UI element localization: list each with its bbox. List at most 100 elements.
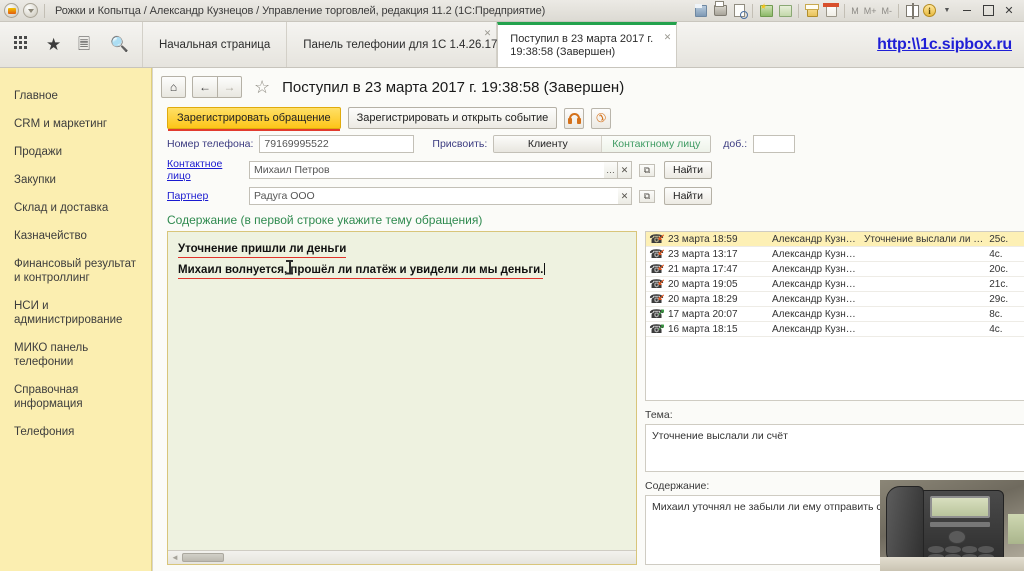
call-topic: Уточнение выслали ли … [864, 233, 984, 245]
site-link[interactable]: http:\\1c.sipbox.ru [877, 36, 1012, 54]
content-section-label: Содержание (в первой строке укажите тему… [167, 213, 483, 227]
table-row[interactable]: ↗ 17 марта 20:07 Александр Кузн… 8с. [646, 307, 1024, 322]
mouse-text-cursor [286, 260, 293, 274]
sidebar-item-reference[interactable]: Справочная информация [0, 376, 151, 418]
panel-layout-icon[interactable] [904, 3, 920, 19]
memory-add-button[interactable]: M+ [863, 3, 878, 19]
theme-textarea[interactable]: Уточнение выслали ли счёт [645, 424, 1024, 472]
history-icon[interactable]: 🗏 [78, 36, 96, 54]
navigation-buttons: ← → [192, 76, 242, 98]
partner-label[interactable]: Партнер [167, 190, 245, 202]
sidebar-item-main[interactable]: Главное [0, 82, 151, 110]
content-line-1: Уточнение пришли ли деньги [178, 242, 347, 258]
editor-horizontal-scrollbar[interactable]: ◄ [168, 550, 636, 564]
sidebar-item-purchases[interactable]: Закупки [0, 166, 151, 194]
tab-incoming-call[interactable]: Поступил в 23 марта 2017 г. 19:38:58 (За… [497, 22, 678, 67]
content-editor[interactable]: Уточнение пришли ли деньги Михаил волнуе… [167, 231, 637, 565]
tab-telephony-panel[interactable]: Панель телефонии для 1С 1.4.26.17 ✕ [287, 22, 497, 67]
call-duration: 25с. [989, 233, 1009, 245]
info-icon[interactable]: i [923, 4, 936, 17]
table-row[interactable]: ↙ 20 марта 18:29 Александр Кузн… 29с. [646, 292, 1024, 307]
contact-person-input[interactable] [249, 161, 604, 179]
favorites-star-icon[interactable]: ★ [46, 35, 64, 54]
assign-button-group: Клиенту Контактному лицу [493, 135, 712, 153]
memory-subtract-button[interactable]: M- [881, 3, 894, 19]
star-icon[interactable]: ☆ [254, 77, 270, 98]
call-date: 23 марта 13:17 [668, 248, 738, 260]
assign-to-contact-button[interactable]: Контактному лицу [602, 136, 711, 152]
home-icon[interactable]: ⌂ [161, 76, 186, 98]
print-preview-icon[interactable] [731, 3, 747, 19]
find-contact-button[interactable]: Найти [664, 161, 712, 179]
phone-number-input[interactable] [259, 135, 415, 153]
assign-label: Присвоить: [432, 138, 488, 150]
scrollbar-thumb[interactable] [181, 553, 224, 562]
ellipsis-icon[interactable]: … [604, 161, 618, 179]
clear-x-icon[interactable]: ✕ [618, 187, 632, 205]
incoming-call-icon: ↙ [650, 247, 668, 260]
extension-input[interactable] [753, 135, 796, 153]
incoming-call-icon: ↙ [650, 232, 668, 245]
back-arrow-icon[interactable]: ← [192, 76, 217, 98]
call-duration: 8с. [989, 308, 1003, 320]
phone-handset-icon[interactable]: ✆ [591, 107, 612, 129]
headset-icon[interactable] [564, 107, 585, 129]
call-user: Александр Кузн… [772, 233, 856, 245]
table-row[interactable]: ↙ 20 марта 19:05 Александр Кузн… 21с. [646, 277, 1024, 292]
sidebar-item-warehouse[interactable]: Склад и доставка [0, 194, 151, 222]
print-icon[interactable] [712, 3, 728, 19]
phone-number-label: Номер телефона: [167, 138, 254, 150]
sidebar-item-treasury[interactable]: Казначейство [0, 222, 151, 250]
memory-recall-button[interactable]: M [850, 3, 860, 19]
register-request-button[interactable]: Зарегистрировать обращение [167, 107, 341, 131]
clear-x-icon[interactable]: ✕ [618, 161, 632, 179]
minimize-button[interactable] [958, 3, 976, 19]
forward-arrow-icon[interactable]: → [217, 76, 242, 98]
tab-close-icon[interactable]: ✕ [664, 31, 672, 44]
search-icon[interactable]: 🔍 [110, 36, 129, 54]
phone-number-row: Номер телефона: Присвоить: Клиенту Конта… [153, 129, 1024, 153]
quick-access-dropdown-icon[interactable] [23, 3, 38, 18]
sidebar-item-sales[interactable]: Продажи [0, 138, 151, 166]
sidebar-item-nsi-admin[interactable]: НСИ и администрирование [0, 292, 151, 334]
calculator-icon[interactable] [804, 3, 820, 19]
page-title: Поступил в 23 марта 2017 г. 19:38:58 (За… [282, 78, 625, 96]
table-row[interactable]: ↙ 23 марта 13:17 Александр Кузн… 4с. [646, 247, 1024, 262]
call-date: 16 марта 18:15 [668, 323, 738, 335]
sidebar-item-financial-result[interactable]: Финансовый результат и контроллинг [0, 250, 151, 292]
register-and-open-event-button[interactable]: Зарегистрировать и открыть событие [347, 107, 558, 129]
call-duration: 4с. [989, 323, 1003, 335]
save-icon[interactable] [693, 3, 709, 19]
table-row[interactable]: ↗ 16 марта 18:15 Александр Кузн… 4с. [646, 322, 1024, 337]
maximize-button[interactable] [979, 3, 997, 19]
open-card-icon[interactable]: ⧉ [639, 189, 655, 203]
add-favorite-icon[interactable] [758, 3, 774, 19]
menu-grid-icon[interactable] [14, 35, 32, 54]
scroll-left-arrow-icon[interactable]: ◄ [168, 553, 182, 562]
open-card-icon[interactable]: ⧉ [639, 163, 655, 177]
action-toolbar: Зарегистрировать обращение Зарегистриров… [153, 98, 1024, 131]
partner-input[interactable] [249, 187, 618, 205]
sidebar-item-telephony[interactable]: Телефония [0, 418, 151, 446]
table-row[interactable]: ↙ 23 марта 18:59 Александр Кузн… Уточнен… [646, 232, 1024, 247]
sidebar-item-crm[interactable]: CRM и маркетинг [0, 110, 151, 138]
sidebar-item-miko-telephony[interactable]: МИКО панель телефонии [0, 334, 151, 376]
form-content: ⌂ ← → ☆ Поступил в 23 марта 2017 г. 19:3… [152, 68, 1024, 571]
assign-to-client-button[interactable]: Клиенту [494, 136, 603, 152]
close-window-button[interactable]: ✕ [1000, 3, 1018, 19]
tab-close-icon[interactable]: ✕ [484, 28, 492, 39]
contact-person-label[interactable]: Контактное лицо [167, 158, 245, 182]
content-textarea[interactable]: Михаил уточнял не забыли ли ему отправит… [645, 495, 1024, 565]
tool-icon-group: ★ 🗏 🔍 [0, 22, 143, 67]
calendar-icon[interactable] [823, 3, 839, 19]
call-history-table[interactable]: ↙ 23 марта 18:59 Александр Кузн… Уточнен… [645, 231, 1024, 401]
titlebar-icon-group: M M+ M- i ▼ ✕ [693, 3, 1020, 19]
content-editor-text[interactable]: Уточнение пришли ли деньги Михаил волнуе… [168, 232, 636, 550]
tab-home-page[interactable]: Начальная страница [143, 22, 288, 67]
chevron-down-icon[interactable]: ▼ [939, 3, 955, 19]
system-menu-icon[interactable] [4, 3, 19, 18]
find-partner-button[interactable]: Найти [664, 187, 712, 205]
main-body: Главное CRM и маркетинг Продажи Закупки … [0, 68, 1024, 571]
table-row[interactable]: ↙ 21 марта 17:47 Александр Кузн… 20с. [646, 262, 1024, 277]
favorites-icon[interactable] [777, 3, 793, 19]
